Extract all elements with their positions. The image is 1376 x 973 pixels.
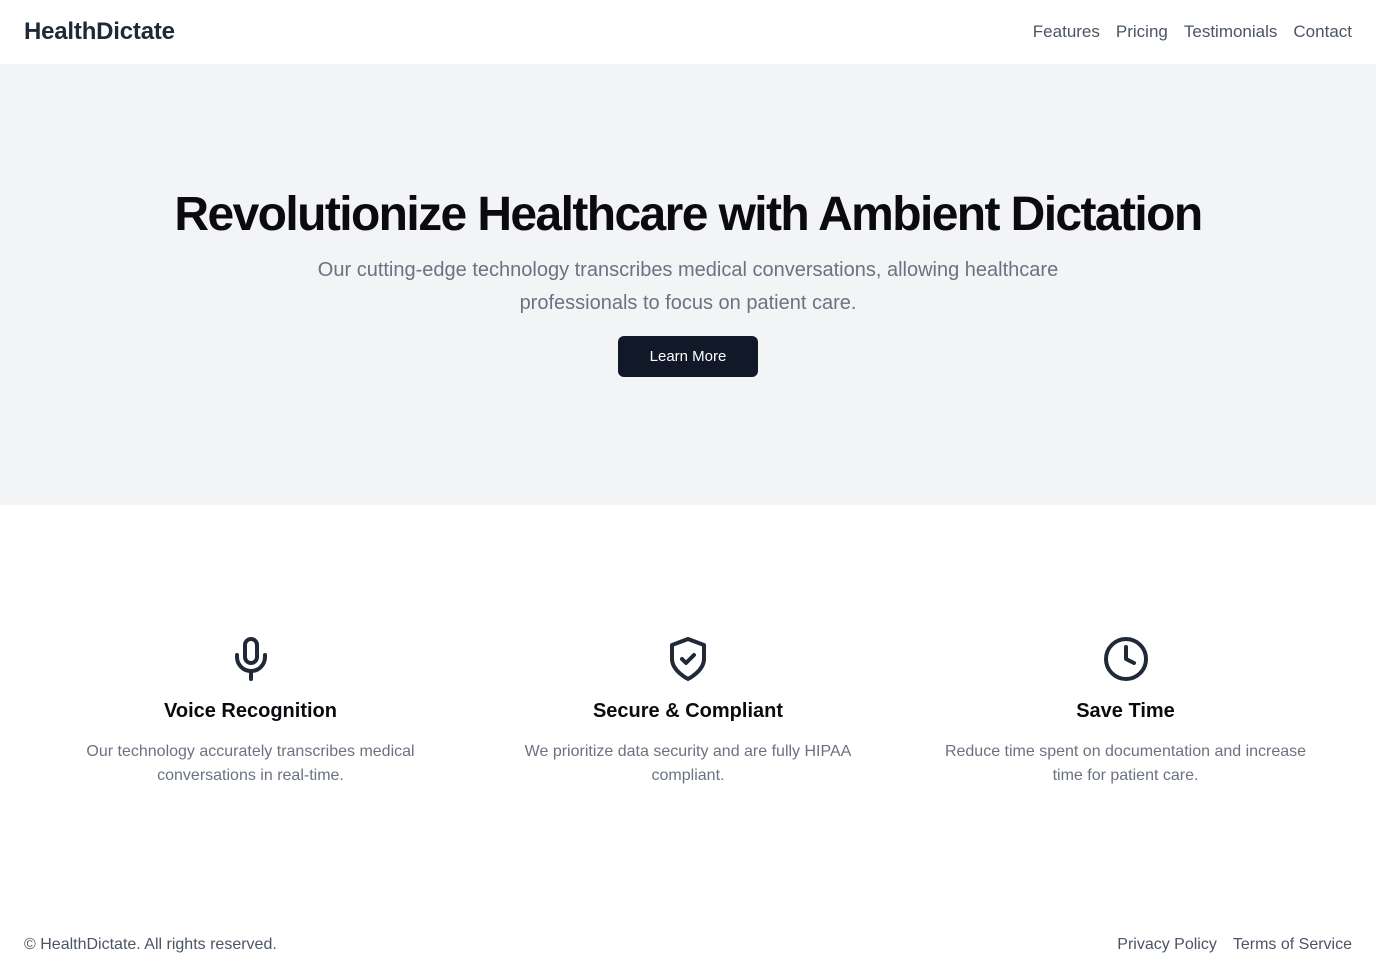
feature-title: Secure & Compliant	[592, 700, 784, 722]
microphone-icon	[227, 635, 275, 683]
hero-title: Revolutionize Healthcare with Ambient Di…	[174, 188, 1203, 241]
feature-description: Reduce time spent on documentation and i…	[944, 743, 1307, 784]
copyright-text: © HealthDictate. All rights reserved.	[24, 936, 277, 953]
feature-card: Save Time Reduce time spent on documenta…	[907, 635, 1344, 788]
nav-link-contact[interactable]: Contact	[1293, 22, 1352, 42]
site-footer: © HealthDictate. All rights reserved. Pr…	[0, 927, 1376, 963]
nav-link-pricing[interactable]: Pricing	[1116, 22, 1168, 42]
feature-card: Secure & Compliant We prioritize data se…	[470, 635, 907, 788]
clock-icon	[1102, 635, 1150, 683]
privacy-policy-link[interactable]: Privacy Policy	[1117, 936, 1217, 954]
footer-links: Privacy Policy Terms of Service	[1117, 936, 1352, 954]
features-section: Voice Recognition Our technology accurat…	[0, 505, 1376, 788]
feature-description: We prioritize data security and are full…	[524, 743, 852, 784]
nav-link-features[interactable]: Features	[1033, 22, 1100, 42]
main-nav: Features Pricing Testimonials Contact	[1033, 22, 1352, 42]
site-header: HealthDictate Features Pricing Testimoni…	[0, 0, 1376, 64]
hero-subtitle: Our cutting-edge technology transcribes …	[317, 259, 1059, 314]
hero-section: Revolutionize Healthcare with Ambient Di…	[0, 64, 1376, 505]
nav-link-testimonials[interactable]: Testimonials	[1184, 22, 1278, 42]
landing-page: HealthDictate Features Pricing Testimoni…	[0, 0, 1376, 973]
shield-check-icon	[664, 635, 712, 683]
feature-card: Voice Recognition Our technology accurat…	[32, 635, 469, 788]
terms-of-service-link[interactable]: Terms of Service	[1233, 936, 1352, 954]
feature-description: Our technology accurately transcribes me…	[86, 743, 415, 784]
feature-title: Voice Recognition	[164, 700, 337, 722]
learn-more-button[interactable]: Learn More	[618, 336, 758, 377]
feature-title: Save Time	[1076, 700, 1175, 722]
brand-logo[interactable]: HealthDictate	[24, 18, 175, 46]
